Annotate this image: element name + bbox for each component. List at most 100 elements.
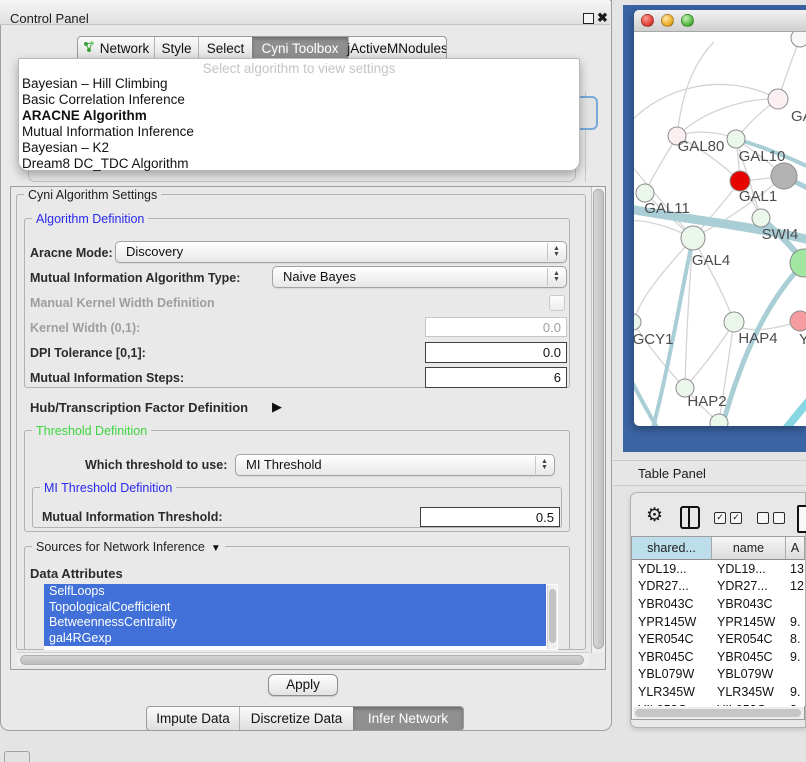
network-edge[interactable] bbox=[693, 238, 734, 322]
network-node-label: Y bbox=[799, 331, 806, 348]
document-icon[interactable] bbox=[797, 505, 806, 533]
network-node[interactable] bbox=[681, 226, 705, 250]
algorithm-option[interactable]: ARACNE Algorithm bbox=[19, 108, 579, 124]
tab-select[interactable]: Select bbox=[198, 37, 252, 60]
table-cell: YPR145W bbox=[632, 615, 712, 629]
scrollbar-thumb[interactable] bbox=[20, 655, 584, 665]
network-node[interactable] bbox=[634, 314, 641, 330]
network-edge[interactable] bbox=[685, 322, 734, 388]
network-edge[interactable] bbox=[645, 136, 677, 193]
mi-type-label: Mutual Information Algorithm Type: bbox=[30, 271, 240, 285]
data-attributes-list[interactable]: SelfLoopsTopologicalCoefficientBetweenne… bbox=[44, 584, 558, 650]
network-canvas[interactable]: GALGAL80GAL10GAL1GAL11SWI4GAL4GCY1HAP4YH… bbox=[634, 32, 806, 426]
tab-cyni-toolbox[interactable]: Cyni Toolbox bbox=[252, 37, 348, 60]
mi-threshold-definition-title: MI Threshold Definition bbox=[40, 481, 176, 495]
expander-arrow-icon[interactable]: ▶ bbox=[272, 399, 282, 415]
zoom-traffic-light-icon[interactable] bbox=[681, 14, 694, 27]
table-cell: 9. bbox=[786, 685, 805, 699]
table-cell: YDL19... bbox=[712, 562, 786, 576]
close-icon[interactable]: ✖ bbox=[597, 10, 608, 26]
collapsed-panel-button[interactable] bbox=[4, 751, 30, 762]
table-row[interactable]: YIL052CYIL052C8 bbox=[632, 701, 805, 706]
network-node[interactable] bbox=[752, 209, 770, 227]
table-row[interactable]: YPR145WYPR145W9. bbox=[632, 613, 805, 631]
hub-definition-expander[interactable]: Hub/Transcription Factor Definition bbox=[30, 400, 248, 415]
network-node[interactable] bbox=[771, 163, 797, 189]
horizontal-scrollbar[interactable] bbox=[17, 652, 589, 666]
close-traffic-light-icon[interactable] bbox=[641, 14, 654, 27]
network-window-titlebar[interactable] bbox=[634, 10, 806, 32]
algorithm-option[interactable]: Bayesian – K2 bbox=[19, 140, 579, 156]
column-header[interactable]: A bbox=[786, 537, 805, 559]
list-vertical-scrollbar[interactable] bbox=[547, 585, 557, 649]
attribute-list-item[interactable]: gal4RGexp bbox=[44, 631, 546, 647]
tab-style[interactable]: Style bbox=[154, 37, 198, 60]
network-node[interactable] bbox=[790, 311, 806, 331]
table-cell: YIL052C bbox=[712, 703, 786, 706]
tab-jactivemnodules[interactable]: jActiveMNodules bbox=[348, 37, 446, 60]
aracne-mode-select[interactable]: Discovery ▲▼ bbox=[115, 241, 567, 263]
table-row[interactable]: YDR27...YDR27...12 bbox=[632, 578, 805, 596]
columns-icon[interactable] bbox=[680, 506, 700, 529]
unchecked-checkbox-icon[interactable] bbox=[773, 512, 785, 524]
vertical-scrollbar[interactable] bbox=[591, 187, 605, 653]
scrollbar-thumb[interactable] bbox=[593, 189, 604, 649]
tab-network[interactable]: Network bbox=[78, 37, 154, 60]
column-header[interactable]: shared... bbox=[632, 537, 712, 559]
algorithm-option[interactable]: Mutual Information Inference bbox=[19, 124, 579, 140]
network-node-label: HAP4 bbox=[738, 330, 777, 347]
table-row[interactable]: YBR043CYBR043C bbox=[632, 595, 805, 613]
tab-infer-network[interactable]: Infer Network bbox=[353, 707, 463, 730]
checked-checkbox-icon[interactable]: ✓ bbox=[730, 512, 742, 524]
table-horizontal-scrollbar[interactable] bbox=[633, 707, 804, 719]
scrollbar-thumb[interactable] bbox=[635, 709, 801, 717]
tab-impute-data[interactable]: Impute Data bbox=[147, 707, 239, 730]
minimize-traffic-light-icon[interactable] bbox=[661, 14, 674, 27]
network-edge[interactable] bbox=[634, 84, 778, 127]
dpi-tolerance-field[interactable]: 0.0 bbox=[425, 342, 567, 363]
which-threshold-value: MI Threshold bbox=[246, 457, 322, 472]
network-node[interactable] bbox=[724, 312, 744, 332]
table-row[interactable]: YBR045CYBR045C9. bbox=[632, 648, 805, 666]
unchecked-checkbox-icon[interactable] bbox=[757, 512, 769, 524]
gear-icon[interactable]: ⚙ bbox=[646, 504, 663, 527]
scrollbar-thumb[interactable] bbox=[549, 589, 556, 643]
network-node-label: GAL4 bbox=[692, 252, 730, 269]
network-edge[interactable] bbox=[677, 99, 778, 136]
network-node[interactable] bbox=[791, 32, 806, 47]
table-cell: 8 bbox=[786, 703, 805, 706]
table-row[interactable]: YLR345WYLR345W9. bbox=[632, 683, 805, 701]
table-row[interactable]: YER054CYER054C8. bbox=[632, 630, 805, 648]
table-cell: YPR145W bbox=[712, 615, 786, 629]
sources-title[interactable]: Sources for Network Inference ▼ bbox=[32, 540, 225, 554]
table-row[interactable]: YBL079WYBL079W bbox=[632, 666, 805, 684]
manual-kernel-checkbox[interactable] bbox=[549, 295, 565, 311]
network-node-label: SWI4 bbox=[762, 226, 799, 243]
table-cell: YBR043C bbox=[712, 597, 786, 611]
algorithm-option[interactable]: Dream8 DC_TDC Algorithm bbox=[19, 156, 579, 172]
tab-label: Select bbox=[207, 41, 245, 56]
which-threshold-select[interactable]: MI Threshold ▲▼ bbox=[235, 454, 555, 476]
column-header[interactable]: name bbox=[712, 537, 786, 559]
float-window-icon[interactable] bbox=[583, 13, 594, 24]
network-edge-highlighted[interactable] bbox=[782, 388, 806, 426]
attribute-list-item[interactable]: TopologicalCoefficient bbox=[44, 600, 546, 616]
collapse-arrow-icon[interactable]: ▼ bbox=[211, 543, 221, 554]
mi-type-select[interactable]: Naive Bayes ▲▼ bbox=[272, 266, 567, 288]
aracne-mode-value: Discovery bbox=[126, 244, 183, 259]
checked-checkbox-icon[interactable]: ✓ bbox=[714, 512, 726, 524]
mi-steps-field[interactable]: 6 bbox=[425, 367, 567, 388]
attribute-list-item[interactable]: SelfLoops bbox=[44, 584, 546, 600]
network-node[interactable] bbox=[768, 89, 788, 109]
network-node[interactable] bbox=[727, 130, 745, 148]
kernel-width-field[interactable]: 0.0 bbox=[425, 317, 567, 337]
sources-title-text: Sources for Network Inference bbox=[36, 540, 205, 554]
attribute-list-item[interactable]: BetweennessCentrality bbox=[44, 615, 546, 631]
apply-button[interactable]: Apply bbox=[268, 674, 338, 696]
table-row[interactable]: YDL19...YDL19...13 bbox=[632, 560, 805, 578]
tab-discretize-data[interactable]: Discretize Data bbox=[239, 707, 353, 730]
mi-threshold-field[interactable]: 0.5 bbox=[420, 507, 560, 527]
threshold-definition-title: Threshold Definition bbox=[32, 424, 151, 438]
algorithm-option[interactable]: Bayesian – Hill Climbing bbox=[19, 76, 579, 92]
algorithm-option[interactable]: Basic Correlation Inference bbox=[19, 92, 579, 108]
